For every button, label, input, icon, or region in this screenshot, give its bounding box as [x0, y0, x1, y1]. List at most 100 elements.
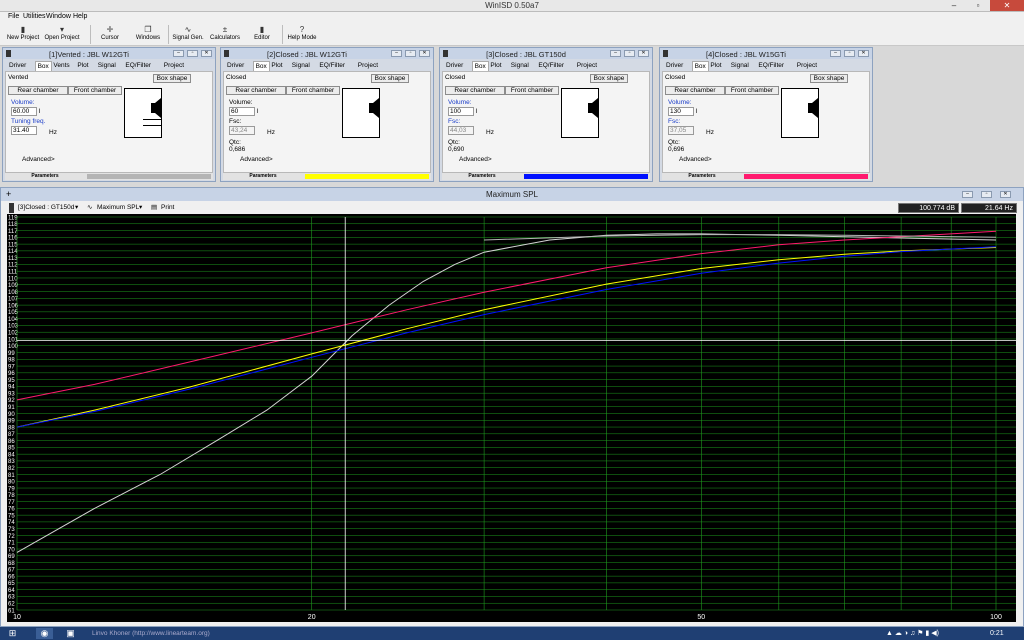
tab-driver[interactable]: Driver: [225, 61, 246, 71]
tab-box[interactable]: Box: [471, 61, 489, 71]
volume-field[interactable]: 130: [668, 107, 694, 116]
tab-project[interactable]: Project: [356, 61, 380, 71]
minimize-icon[interactable]: –: [962, 191, 973, 198]
maximize-button[interactable]: ▫: [966, 0, 990, 11]
frequency-field[interactable]: 44,03: [448, 126, 474, 135]
frequency-field[interactable]: 31.40: [11, 126, 37, 135]
close-icon[interactable]: ✕: [1000, 191, 1011, 198]
box-shape-button[interactable]: Box shape: [590, 74, 628, 83]
tab-box[interactable]: Box: [691, 61, 709, 71]
system-tray-icons[interactable]: ▲ ☁ ◑ ♫ ⚑ ▮ ◀): [886, 628, 939, 639]
volume-field[interactable]: 60.00: [11, 107, 37, 116]
parameters-bar: Parameters: [442, 173, 650, 180]
close-icon[interactable]: ✕: [638, 50, 649, 57]
box-shape-button[interactable]: Box shape: [371, 74, 409, 83]
maximize-icon[interactable]: ▫: [624, 50, 635, 57]
new-project-button[interactable]: ▮ New Project: [5, 24, 41, 45]
expand-icon[interactable]: +: [6, 189, 11, 199]
maximize-icon[interactable]: ▫: [844, 50, 855, 57]
project-title-bar[interactable]: [2]Closed : JBL W12GTi – ▫ ✕: [221, 48, 433, 59]
max-spl-chart[interactable]: 6162636465666768697071727374757677787980…: [7, 214, 1016, 622]
menu-utilities[interactable]: Utilities: [23, 13, 46, 20]
tab-plot[interactable]: Plot: [708, 61, 723, 71]
minimize-icon[interactable]: –: [830, 50, 841, 57]
menu-help[interactable]: Help: [73, 13, 87, 20]
taskbar-running-text[interactable]: Linvo Khoner (http://www.linearteam.org): [92, 628, 210, 639]
tab-project[interactable]: Project: [575, 61, 599, 71]
front-chamber-tab[interactable]: Front chamber: [68, 86, 122, 95]
tab-project[interactable]: Project: [795, 61, 819, 71]
dropdown-arrow-icon[interactable]: ▾: [75, 203, 78, 213]
tab-signal[interactable]: Signal: [729, 61, 751, 71]
tab-signal[interactable]: Signal: [509, 61, 531, 71]
front-chamber-tab[interactable]: Front chamber: [725, 86, 779, 95]
rear-chamber-tab[interactable]: Rear chamber: [665, 86, 725, 95]
close-icon[interactable]: ✕: [419, 50, 430, 57]
project-title-bar[interactable]: [4]Closed : JBL W15GTi – ▫ ✕: [660, 48, 872, 59]
tab-driver[interactable]: Driver: [444, 61, 465, 71]
volume-field[interactable]: 100: [448, 107, 474, 116]
start-button[interactable]: ⊞: [4, 628, 21, 639]
front-chamber-tab[interactable]: Front chamber: [286, 86, 340, 95]
maximize-icon[interactable]: ▫: [981, 191, 992, 198]
tab-eq-filter[interactable]: EQ/Filter: [536, 61, 566, 71]
dropdown-arrow-icon[interactable]: ▾: [139, 203, 142, 213]
parameters-label[interactable]: Parameters: [442, 173, 522, 180]
tab-box[interactable]: Box: [34, 61, 52, 71]
rear-chamber-tab[interactable]: Rear chamber: [8, 86, 68, 95]
rear-chamber-tab[interactable]: Rear chamber: [226, 86, 286, 95]
project-title-bar[interactable]: [1]Vented : JBL W12GTi – ▫ ✕: [3, 48, 215, 59]
app-window-icon[interactable]: ▣: [62, 628, 79, 639]
tab-project[interactable]: Project: [162, 61, 186, 71]
maximize-icon[interactable]: ▫: [405, 50, 416, 57]
project-title-bar[interactable]: [3]Closed : JBL GT150d – ▫ ✕: [440, 48, 652, 59]
advanced-link[interactable]: Advanced>: [240, 156, 273, 163]
calculators-button[interactable]: ± Calculators: [208, 24, 242, 45]
tab-driver[interactable]: Driver: [664, 61, 685, 71]
tab-eq-filter[interactable]: EQ/Filter: [756, 61, 786, 71]
tab-driver[interactable]: Driver: [7, 61, 28, 71]
advanced-link[interactable]: Advanced>: [679, 156, 712, 163]
tab-vents[interactable]: Vents: [51, 61, 71, 71]
box-shape-button[interactable]: Box shape: [153, 74, 191, 83]
cursor-button[interactable]: ✛ Cursor: [96, 24, 124, 45]
chrome-icon[interactable]: ◉: [36, 628, 53, 639]
menu-file[interactable]: File: [8, 13, 19, 20]
print-button[interactable]: Print: [161, 203, 174, 213]
plot-type-select[interactable]: Maximum SPL: [97, 203, 139, 213]
parameters-label[interactable]: Parameters: [662, 173, 742, 180]
volume-field[interactable]: 60: [229, 107, 255, 116]
parameters-label[interactable]: Parameters: [5, 173, 85, 180]
front-chamber-tab[interactable]: Front chamber: [505, 86, 559, 95]
tab-box[interactable]: Box: [252, 61, 270, 71]
project-select[interactable]: [3]Closed : GT150d: [18, 203, 74, 213]
tab-eq-filter[interactable]: EQ/Filter: [317, 61, 347, 71]
minimize-button[interactable]: –: [942, 0, 966, 11]
minimize-icon[interactable]: –: [610, 50, 621, 57]
minimize-icon[interactable]: –: [391, 50, 402, 57]
tab-eq-filter[interactable]: EQ/Filter: [123, 61, 153, 71]
frequency-field[interactable]: 43,24: [229, 126, 255, 135]
help-mode-button[interactable]: ? Help Mode: [286, 24, 318, 45]
close-button[interactable]: ✕: [990, 0, 1024, 11]
open-project-button[interactable]: ▾ Open Project: [42, 24, 82, 45]
menu-window[interactable]: Window: [46, 13, 71, 20]
advanced-link[interactable]: Advanced>: [459, 156, 492, 163]
advanced-link[interactable]: Advanced>: [22, 156, 55, 163]
close-icon[interactable]: ✕: [201, 50, 212, 57]
parameters-label[interactable]: Parameters: [223, 173, 303, 180]
editor-button[interactable]: ▮ Editor: [250, 24, 274, 45]
tab-plot[interactable]: Plot: [269, 61, 284, 71]
signal-gen-button[interactable]: ∿ Signal Gen.: [172, 24, 204, 45]
rear-chamber-tab[interactable]: Rear chamber: [445, 86, 505, 95]
minimize-icon[interactable]: –: [173, 50, 184, 57]
box-shape-button[interactable]: Box shape: [810, 74, 848, 83]
close-icon[interactable]: ✕: [858, 50, 869, 57]
tab-plot[interactable]: Plot: [488, 61, 503, 71]
windows-button[interactable]: ❐ Windows: [133, 24, 163, 45]
tab-plot[interactable]: Plot: [75, 61, 90, 71]
frequency-field[interactable]: 37,05: [668, 126, 694, 135]
tab-signal[interactable]: Signal: [290, 61, 312, 71]
maximize-icon[interactable]: ▫: [187, 50, 198, 57]
tab-signal[interactable]: Signal: [96, 61, 118, 71]
